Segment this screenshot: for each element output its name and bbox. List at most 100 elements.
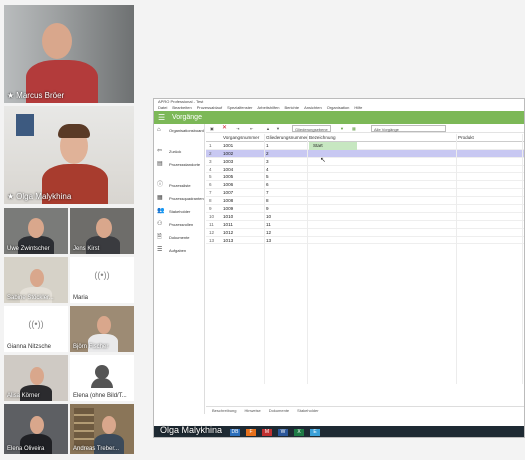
table-row[interactable]: 1 1001 1 Start <box>206 141 524 150</box>
table-cell[interactable]: 3 <box>266 158 269 166</box>
detail-tab[interactable]: Dokumente <box>269 408 289 413</box>
table-cell[interactable]: 4 <box>266 166 269 174</box>
table-cell[interactable]: 1011 <box>223 221 233 229</box>
table-cell[interactable]: 2 <box>209 150 219 158</box>
menu-item[interactable]: Prozessablauf <box>197 105 222 110</box>
table-cell[interactable]: 13 <box>209 237 219 245</box>
move-down-icon[interactable]: ▼ <box>276 124 280 133</box>
menu-item[interactable]: Spezialfenster <box>227 105 252 110</box>
table-cell[interactable]: 6 <box>209 181 219 189</box>
table-cell[interactable]: 1007 <box>223 189 233 197</box>
table-cell[interactable]: 12 <box>266 229 271 237</box>
taskbar-app-icon[interactable]: DB <box>230 429 240 436</box>
menu-item[interactable]: Datei <box>158 105 167 110</box>
participant-tile-elena-nocam[interactable]: Elena (ohne Bild/T... <box>70 355 134 401</box>
table-cell[interactable]: 1005 <box>223 173 233 181</box>
column-header[interactable]: Produkt <box>458 134 474 142</box>
table-cell[interactable]: 13 <box>266 237 271 245</box>
table-row[interactable]: 11 1011 11 <box>206 221 524 229</box>
taskbar-app-icon[interactable]: W <box>278 429 288 436</box>
table-cell[interactable]: 7 <box>209 189 219 197</box>
table-cell[interactable]: 1012 <box>223 229 233 237</box>
menu-item[interactable]: Bearbeiten <box>172 105 191 110</box>
save-icon[interactable]: ▣ <box>210 124 214 133</box>
table-cell[interactable]: 9 <box>266 205 269 213</box>
nav-item[interactable]: 👥 Stakeholder <box>154 205 204 218</box>
column-header[interactable]: Vorgangsnummer <box>223 134 259 142</box>
table-cell[interactable]: 1 <box>209 142 219 150</box>
gliederungsebene-dropdown[interactable]: Gliederungsebene <box>292 125 331 132</box>
table-cell[interactable]: 10 <box>266 213 271 221</box>
nav-item[interactable]: ⇦ Zurück <box>154 145 204 158</box>
table-row[interactable]: 9 1009 9 <box>206 205 524 213</box>
column-header[interactable]: Gliederungsnummer <box>266 134 308 142</box>
table-row[interactable]: 5 1005 5 <box>206 173 524 182</box>
detail-tab[interactable]: Hinweise <box>244 408 260 413</box>
table-cell[interactable]: 7 <box>266 189 269 197</box>
table-cell[interactable]: 1001 <box>223 142 233 150</box>
table-cell[interactable]: 1003 <box>223 158 233 166</box>
table-cell[interactable]: 2 <box>266 150 269 158</box>
table-cell[interactable]: 1 <box>266 142 269 150</box>
nav-item[interactable]: ⓘ Prozessliste <box>154 179 204 192</box>
nav-item[interactable]: ▤ Prozessstandorte <box>154 158 204 171</box>
menu-item[interactable]: Hilfe <box>354 105 362 110</box>
taskbar-app-icon[interactable]: X <box>294 429 304 436</box>
table-cell[interactable]: 1013 <box>223 237 233 245</box>
table-cell[interactable]: 1010 <box>223 213 233 221</box>
nav-item[interactable]: ▦ Prozessquadranten <box>154 192 204 205</box>
participant-tile-gianna[interactable]: ((•)) Gianna Nitzsche <box>4 306 68 352</box>
detail-tab[interactable]: Beschreibung <box>212 408 236 413</box>
participant-tile-marcus[interactable]: ★ Marcus Bröer <box>4 5 134 103</box>
participant-tile-jens[interactable]: Jens Kirst <box>70 208 134 254</box>
participant-tile-alisa[interactable]: Alisa Körner <box>4 355 68 401</box>
table-cell[interactable]: 11 <box>266 221 271 229</box>
participant-tile-elena-oliveira[interactable]: Elena Oliveira <box>4 404 68 454</box>
participant-tile-andreas[interactable]: Andreas Treber... <box>70 404 134 454</box>
nav-item[interactable]: 🗎 Dokumente <box>154 231 204 244</box>
table-row[interactable]: 6 1006 6 <box>206 181 524 190</box>
outdent-icon[interactable]: ⇤ <box>250 124 253 133</box>
table-row[interactable]: 3 1003 3 <box>206 158 524 166</box>
detail-tab[interactable]: Stakeholder <box>297 408 318 413</box>
table-cell[interactable]: 1008 <box>223 197 233 205</box>
menu-item[interactable]: Berichte <box>284 105 299 110</box>
table-cell[interactable]: 9 <box>209 205 219 213</box>
table-cell[interactable]: 1002 <box>223 150 233 158</box>
table-row[interactable]: 4 1004 4 <box>206 166 524 174</box>
table-cell[interactable]: 11 <box>209 221 219 229</box>
table-row[interactable]: 7 1007 7 <box>206 189 524 198</box>
menu-item[interactable]: Ansichten <box>304 105 322 110</box>
nav-item[interactable]: ⚇ Prozessrollen <box>154 218 204 231</box>
menu-item[interactable]: Organisation <box>327 105 350 110</box>
table-cell[interactable]: 12 <box>209 229 219 237</box>
indent-icon[interactable]: ⇥ <box>236 124 239 133</box>
table-cell[interactable]: 8 <box>209 197 219 205</box>
table-cell[interactable]: 10 <box>209 213 219 221</box>
table-row[interactable]: 13 1013 13 <box>206 237 524 245</box>
taskbar-app-icon[interactable]: M <box>262 429 272 436</box>
table-cell[interactable]: 4 <box>209 166 219 174</box>
table-cell[interactable]: 3 <box>209 158 219 166</box>
table-cell[interactable]: 5 <box>266 173 269 181</box>
participant-tile-maria[interactable]: ((•)) Maria <box>70 257 134 303</box>
table-cell[interactable]: Start <box>309 141 357 150</box>
table-cell[interactable]: 1004 <box>223 166 233 174</box>
export-icon[interactable]: ▦ <box>352 124 356 133</box>
nav-item[interactable]: ☰ Aufgaben <box>154 244 204 257</box>
table-row[interactable]: 10 1010 10 <box>206 213 524 221</box>
table-cell[interactable]: 1009 <box>223 205 233 213</box>
menu-item[interactable]: Arbeitshilfen <box>257 105 279 110</box>
column-header[interactable]: Bezeichnung <box>309 134 336 142</box>
table-cell[interactable]: 5 <box>209 173 219 181</box>
table-row[interactable]: 8 1008 8 <box>206 197 524 206</box>
view-select[interactable]: Alle Vorgänge <box>371 125 446 132</box>
table-cell[interactable]: 8 <box>266 197 269 205</box>
participant-tile-sabine[interactable]: Sabine Stöckler... <box>4 257 68 303</box>
table-cell[interactable]: 1006 <box>223 181 233 189</box>
move-up-icon[interactable]: ▲ <box>266 124 270 133</box>
table-row[interactable]: 2 1002 2 <box>206 149 524 158</box>
participant-tile-bjoern[interactable]: Björn Fischer <box>70 306 134 352</box>
hamburger-menu-icon[interactable]: ☰ <box>158 111 165 124</box>
table-cell[interactable]: 6 <box>266 181 269 189</box>
